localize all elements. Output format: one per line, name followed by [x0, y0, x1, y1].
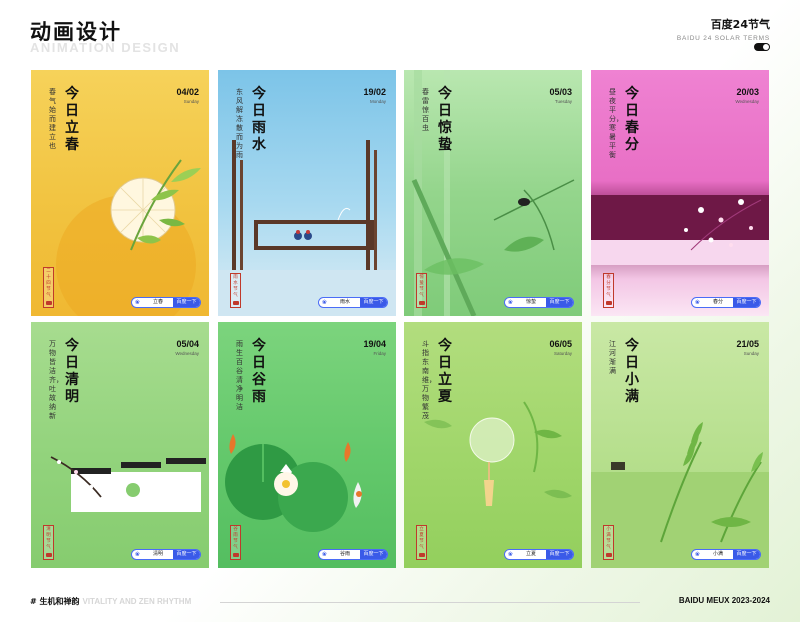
brand-subtitle: BAIDU 24 SOLAR TERMS	[676, 35, 770, 42]
search-query[interactable]: 立夏	[517, 550, 545, 559]
card-stamp: 立夏节气	[416, 525, 427, 560]
search-bar[interactable]: ❀ 立夏 百度一下	[504, 549, 574, 560]
baidu-paw-icon: ❀	[135, 551, 141, 558]
brand-title: 百度24节气	[710, 18, 770, 31]
card-weekday: Friday	[373, 351, 386, 356]
card-poem: 昼夜平分，寒暑平衡	[609, 88, 623, 159]
search-button[interactable]: 百度一下	[360, 550, 387, 559]
card-stamp: 小满节气	[603, 525, 614, 560]
footer-divider	[220, 602, 640, 603]
search-bar[interactable]: ❀ 小满 百度一下	[691, 549, 761, 560]
card-stamp: 二十四节气	[43, 267, 54, 308]
search-query[interactable]: 雨水	[331, 298, 359, 307]
card-date: 19/04	[363, 339, 386, 349]
card-date: 04/02	[176, 87, 199, 97]
search-query[interactable]: 立春	[144, 298, 172, 307]
card-poem: 雨生百谷清净明洁	[236, 340, 243, 411]
card-poem: 春雷惊百虫	[422, 88, 429, 132]
card-date: 05/04	[176, 339, 199, 349]
search-query[interactable]: 清明	[144, 550, 172, 559]
card-weekday: Sunday	[183, 99, 199, 104]
card-stamp: 雨水节气	[230, 273, 241, 308]
card-stamp: 春分节气	[603, 273, 614, 308]
search-query[interactable]: 小满	[704, 550, 732, 559]
search-button[interactable]: 百度一下	[173, 298, 200, 307]
card-poem: 万物皆洁齐，吐故纳新	[49, 340, 63, 420]
search-query[interactable]: 谷雨	[331, 550, 359, 559]
search-query[interactable]: 春分	[704, 298, 732, 307]
theme-toggle[interactable]	[754, 43, 770, 51]
card-poem: 斗指东南维，万物繁茂	[422, 340, 436, 420]
card-poem: 春气始而建立也	[49, 88, 56, 150]
card-weekday: Wednesday	[735, 99, 759, 104]
card-guyu[interactable]: 19/04 Friday 今日谷雨 雨生百谷清净明洁 谷雨节气 ❀ 谷雨 百度一…	[218, 322, 396, 568]
card-yushui[interactable]: 19/02 Monday 今日雨水 东风解冻散而为雨 雨水节气 ❀ 雨水 百度一…	[218, 70, 396, 316]
footer-tagline-cn: # 生机和禅韵	[30, 597, 80, 606]
card-title: 今日惊蛰	[438, 86, 452, 153]
search-button[interactable]: 百度一下	[173, 550, 200, 559]
card-weekday: Wednesday	[175, 351, 199, 356]
search-button[interactable]: 百度一下	[360, 298, 387, 307]
search-button[interactable]: 百度一下	[546, 298, 573, 307]
baidu-paw-icon: ❀	[508, 299, 514, 306]
card-title: 今日谷雨	[252, 338, 266, 405]
baidu-paw-icon: ❀	[695, 299, 701, 306]
header-brand: 百度24节气 BAIDU 24 SOLAR TERMS	[677, 16, 770, 42]
card-stamp: 惊蛰节气	[416, 273, 427, 308]
search-button[interactable]: 百度一下	[546, 550, 573, 559]
card-stamp: 谷雨节气	[230, 525, 241, 560]
card-lixia[interactable]: 06/05 Saturday 今日立夏 斗指东南维，万物繁茂 立夏节气 ❀ 立夏…	[404, 322, 582, 568]
baidu-paw-icon: ❀	[135, 299, 141, 306]
card-poem: 东风解冻散而为雨	[236, 88, 243, 159]
card-title: 今日雨水	[252, 86, 266, 153]
card-date: 19/02	[363, 87, 386, 97]
page-subtitle: ANIMATION DESIGN	[30, 40, 181, 55]
card-xiaoman[interactable]: 21/05 Sunday 今日小满 江河渐满 小满节气 ❀ 小满 百度一下	[591, 322, 769, 568]
card-date: 06/05	[549, 339, 572, 349]
search-bar[interactable]: ❀ 清明 百度一下	[131, 549, 201, 560]
search-bar[interactable]: ❀ 雨水 百度一下	[318, 297, 388, 308]
baidu-paw-icon: ❀	[508, 551, 514, 558]
footer-tagline: # 生机和禅韵 VITALITY AND ZEN RHYTHM	[30, 596, 191, 607]
card-chunfen[interactable]: 20/03 Wednesday 今日春分 昼夜平分，寒暑平衡 春分节气 ❀ 春分…	[591, 70, 769, 316]
footer-tagline-en: VITALITY AND ZEN RHYTHM	[82, 597, 192, 606]
card-title: 今日立春	[65, 86, 79, 153]
search-bar[interactable]: ❀ 春分 百度一下	[691, 297, 761, 308]
baidu-paw-icon: ❀	[695, 551, 701, 558]
card-weekday: Tuesday	[554, 99, 572, 104]
card-title: 今日立夏	[438, 338, 452, 405]
card-title: 今日清明	[65, 338, 79, 405]
card-qingming[interactable]: 05/04 Wednesday 今日清明 万物皆洁齐，吐故纳新 清明节气 ❀ 清…	[31, 322, 209, 568]
card-title: 今日小满	[625, 338, 639, 405]
card-date: 05/03	[549, 87, 572, 97]
card-poem: 江河渐满	[609, 340, 616, 375]
baidu-paw-icon: ❀	[322, 299, 328, 306]
footer-credit: BAIDU MEUX 2023-2024	[678, 596, 770, 605]
card-weekday: Monday	[369, 99, 386, 104]
search-bar[interactable]: ❀ 谷雨 百度一下	[318, 549, 388, 560]
card-stamp: 清明节气	[43, 525, 54, 560]
card-jingzhe[interactable]: 05/03 Tuesday 今日惊蛰 春雷惊百虫 惊蛰节气 ❀ 惊蛰 百度一下	[404, 70, 582, 316]
search-button[interactable]: 百度一下	[733, 550, 760, 559]
card-date: 21/05	[736, 339, 759, 349]
card-weekday: Saturday	[553, 351, 572, 356]
card-date: 20/03	[736, 87, 759, 97]
search-bar[interactable]: ❀ 立春 百度一下	[131, 297, 201, 308]
card-title: 今日春分	[625, 86, 639, 153]
search-bar[interactable]: ❀ 惊蛰 百度一下	[504, 297, 574, 308]
search-query[interactable]: 惊蛰	[517, 298, 545, 307]
baidu-paw-icon: ❀	[322, 551, 328, 558]
search-button[interactable]: 百度一下	[733, 298, 760, 307]
card-lichun[interactable]: 04/02 Sunday 今日立春 春气始而建立也 二十四节气 ❀ 立春 百度一…	[31, 70, 209, 316]
card-weekday: Sunday	[743, 351, 759, 356]
